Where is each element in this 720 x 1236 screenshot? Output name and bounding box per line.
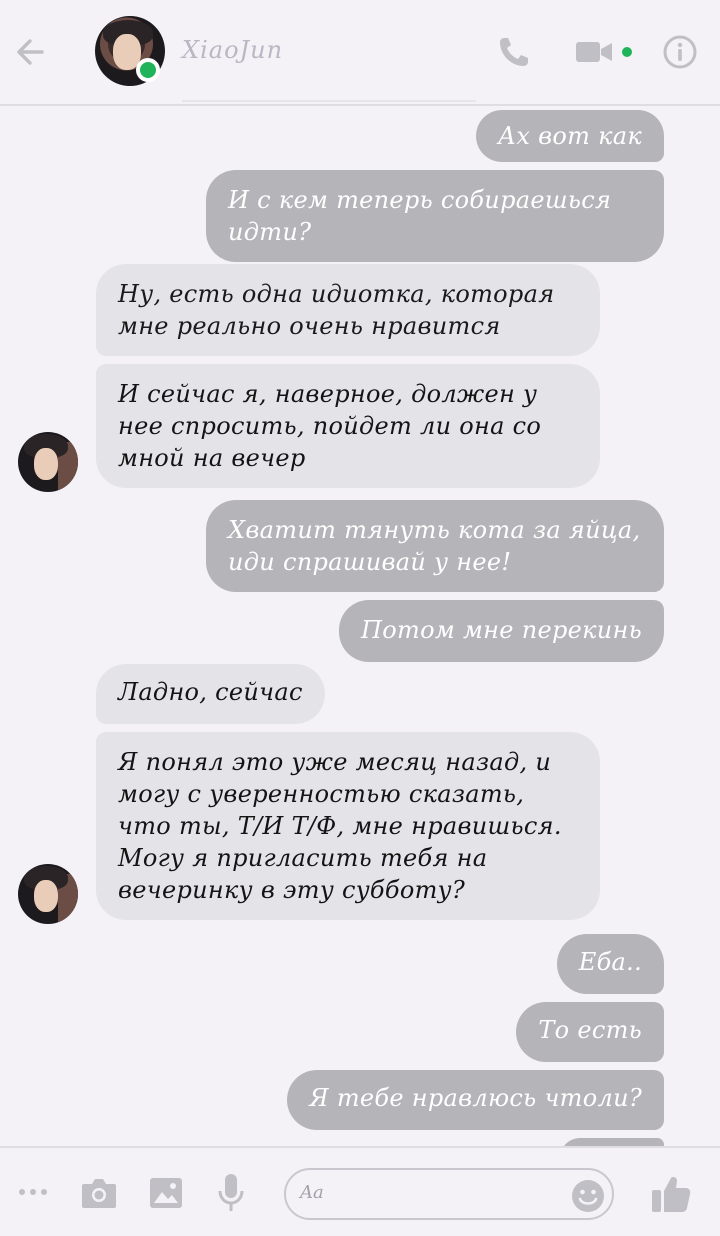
message-bubble-outgoing[interactable]: Хватит тянуть кота за яйца, иди спрашива… [206, 500, 664, 592]
contact-avatar-small[interactable] [18, 432, 78, 492]
message-bubble-incoming[interactable]: И сейчас я, наверное, должен у нее спрос… [96, 364, 600, 488]
header-underline [182, 100, 476, 102]
contact-name[interactable]: XiaoJun [182, 36, 283, 64]
more-icon[interactable] [18, 1184, 48, 1200]
camera-icon[interactable] [80, 1176, 118, 1210]
chat-header: XiaoJun [0, 0, 720, 104]
message-bubble-outgoing[interactable]: То есть [516, 1002, 664, 1062]
message-bubble-incoming[interactable]: Ну, есть одна идиотка, которая мне реаль… [96, 264, 600, 356]
message-bubble-outgoing[interactable]: Ах вот как [475, 110, 664, 162]
message-list[interactable]: Ах вот как И с кем теперь собираешься ид… [0, 106, 720, 1146]
message-bubble-outgoing[interactable]: Потом мне перекинь [339, 600, 664, 662]
emoji-icon[interactable] [570, 1178, 606, 1214]
contact-avatar-small[interactable] [18, 864, 78, 924]
message-bubble-outgoing[interactable]: И с кем теперь собираешься идти? [206, 170, 664, 262]
message-input-placeholder: Aa [300, 1182, 324, 1203]
message-bubble-incoming[interactable]: Ладно, сейчас [96, 664, 325, 724]
back-arrow-icon[interactable] [12, 34, 48, 70]
online-status-dot [136, 58, 160, 82]
info-icon[interactable] [662, 34, 698, 70]
message-bubble-outgoing[interactable]: Еба.. [556, 934, 664, 994]
phone-icon[interactable] [496, 34, 532, 70]
video-camera-icon[interactable] [574, 38, 614, 66]
message-input[interactable]: Aa [284, 1168, 614, 1220]
video-online-dot [622, 47, 632, 57]
thumbs-up-icon[interactable] [650, 1174, 692, 1214]
message-composer: Aa [0, 1146, 720, 1236]
microphone-icon[interactable] [216, 1172, 246, 1214]
gallery-icon[interactable] [148, 1176, 184, 1210]
message-bubble-outgoing-partial[interactable] [560, 1138, 664, 1146]
message-bubble-outgoing[interactable]: Я тебе нравлюсь чтоли? [287, 1070, 664, 1130]
message-bubble-incoming[interactable]: Я понял это уже месяц назад, и могу с ув… [96, 732, 600, 920]
